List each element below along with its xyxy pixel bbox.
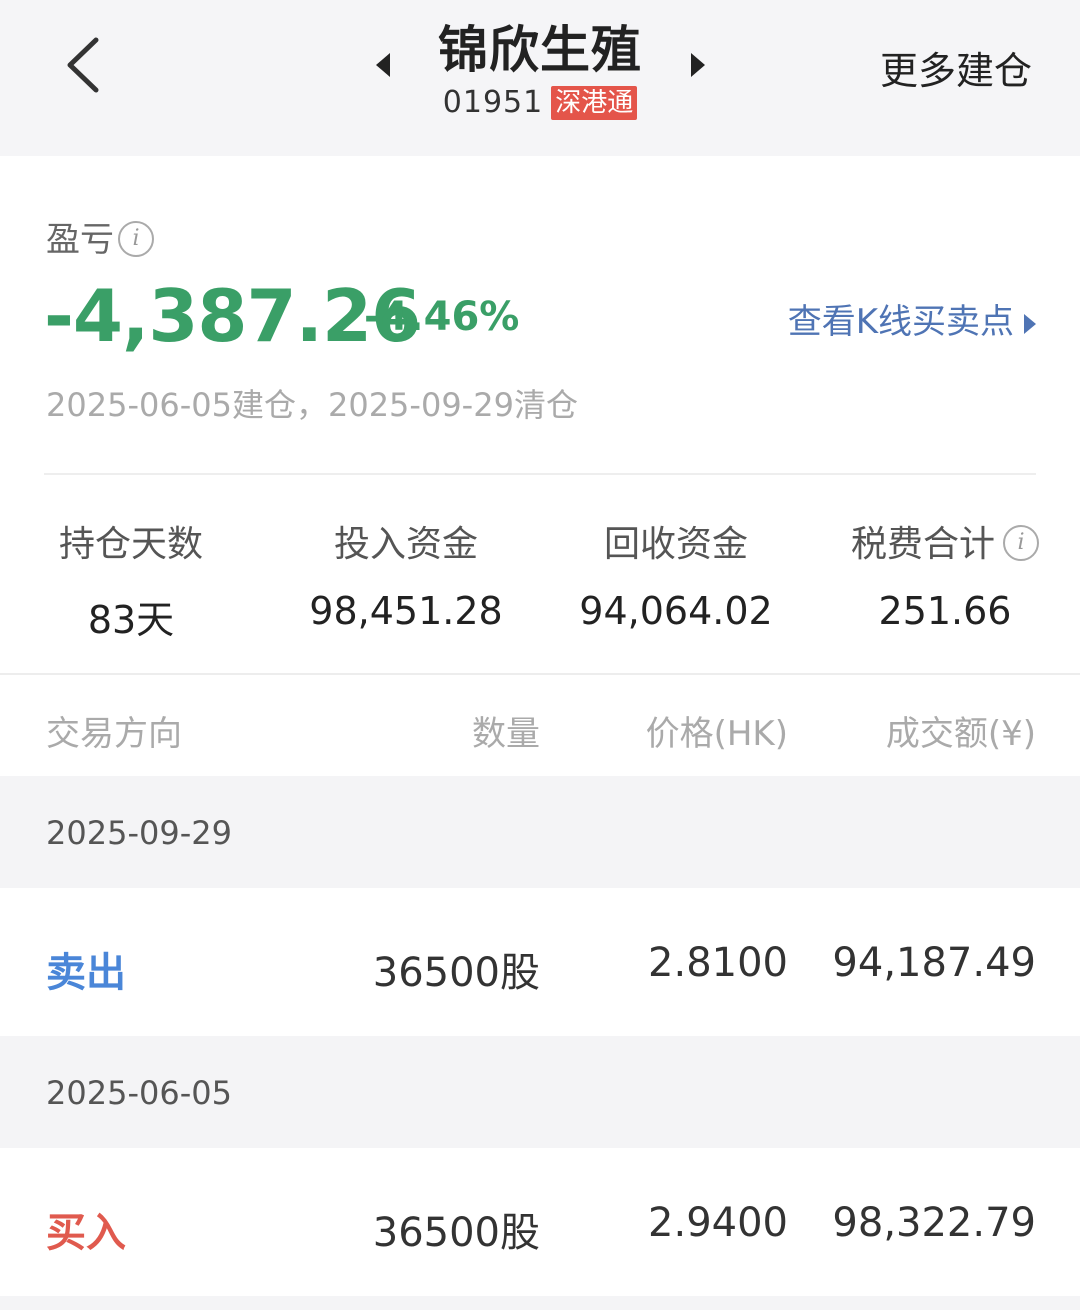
- top-bar: 锦欣生殖 01951 深港通 更多建仓: [0, 0, 1080, 156]
- trade-amount: 98,322.79: [832, 1200, 1036, 1246]
- more-build-button[interactable]: 更多建仓: [880, 40, 1032, 95]
- stat-invested: 投入资金 98,451.28: [281, 515, 531, 633]
- next-stock-triangle-icon[interactable]: [691, 53, 705, 77]
- column-header-amount: 成交额(¥): [885, 714, 1036, 754]
- pnl-label: 盈亏: [46, 220, 114, 260]
- trade-amount: 94,187.49: [832, 940, 1036, 986]
- trade-price: 2.9400: [648, 1200, 788, 1246]
- stat-label: 税费合计: [850, 524, 995, 565]
- stat-label: 持仓天数: [58, 524, 203, 565]
- market-badge: 深港通: [551, 85, 638, 120]
- column-header-direction: 交易方向: [46, 714, 182, 754]
- column-header-quantity: 数量: [472, 714, 540, 754]
- stat-value: 98,451.28: [309, 589, 503, 633]
- divider: [44, 473, 1036, 475]
- date-group-header: 2025-09-29: [0, 776, 1080, 888]
- pnl-info-icon[interactable]: i: [118, 220, 154, 257]
- stock-code: 01951: [442, 85, 544, 120]
- stat-value: 94,064.02: [579, 589, 773, 633]
- trade-price: 2.8100: [648, 940, 788, 986]
- prev-stock-triangle-icon[interactable]: [376, 53, 390, 77]
- position-dates: 2025-06-05建仓，2025-09-29清仓: [46, 386, 578, 424]
- stat-label: 投入资金: [333, 524, 478, 565]
- pnl-percent: -4.46%: [364, 294, 520, 340]
- pnl-label-group: 盈亏 i: [46, 212, 154, 261]
- stat-holding-days: 持仓天数 83天: [6, 515, 256, 644]
- column-header-price: 价格(HK): [645, 714, 788, 754]
- trade-row[interactable]: 买入 36500股 2.9400 98,322.79: [0, 1148, 1080, 1296]
- stat-label-group: 税费合计 i: [820, 515, 1070, 567]
- kline-buy-sell-link[interactable]: 查看K线买卖点: [788, 294, 1036, 343]
- bottom-spacer: [0, 1296, 1080, 1310]
- date-group-header: 2025-06-05: [0, 1036, 1080, 1148]
- trade-date: 2025-09-29: [46, 814, 232, 852]
- trade-direction: 买入: [46, 1210, 126, 1256]
- fees-info-icon[interactable]: i: [1003, 525, 1039, 561]
- back-chevron-icon[interactable]: [62, 36, 106, 94]
- stock-subtitle: 01951 深港通: [390, 84, 690, 120]
- trade-quantity: 36500股: [372, 1210, 540, 1256]
- trade-row[interactable]: 卖出 36500股 2.8100 94,187.49: [0, 888, 1080, 1036]
- trade-quantity: 36500股: [372, 950, 540, 996]
- section-divider: [0, 673, 1080, 675]
- trade-date: 2025-06-05: [46, 1074, 232, 1112]
- stat-label: 回收资金: [603, 524, 748, 565]
- stock-name: 锦欣生殖: [438, 21, 642, 79]
- stat-fees: 税费合计 i 251.66: [820, 515, 1070, 633]
- stat-value: 83天: [87, 598, 175, 642]
- stat-recovered: 回收资金 94,064.02: [551, 515, 801, 633]
- stat-value: 251.66: [878, 589, 1012, 633]
- kline-link-label: 查看K线买卖点: [787, 302, 1014, 342]
- trade-direction: 卖出: [46, 950, 126, 996]
- triangle-right-icon: [1024, 313, 1036, 334]
